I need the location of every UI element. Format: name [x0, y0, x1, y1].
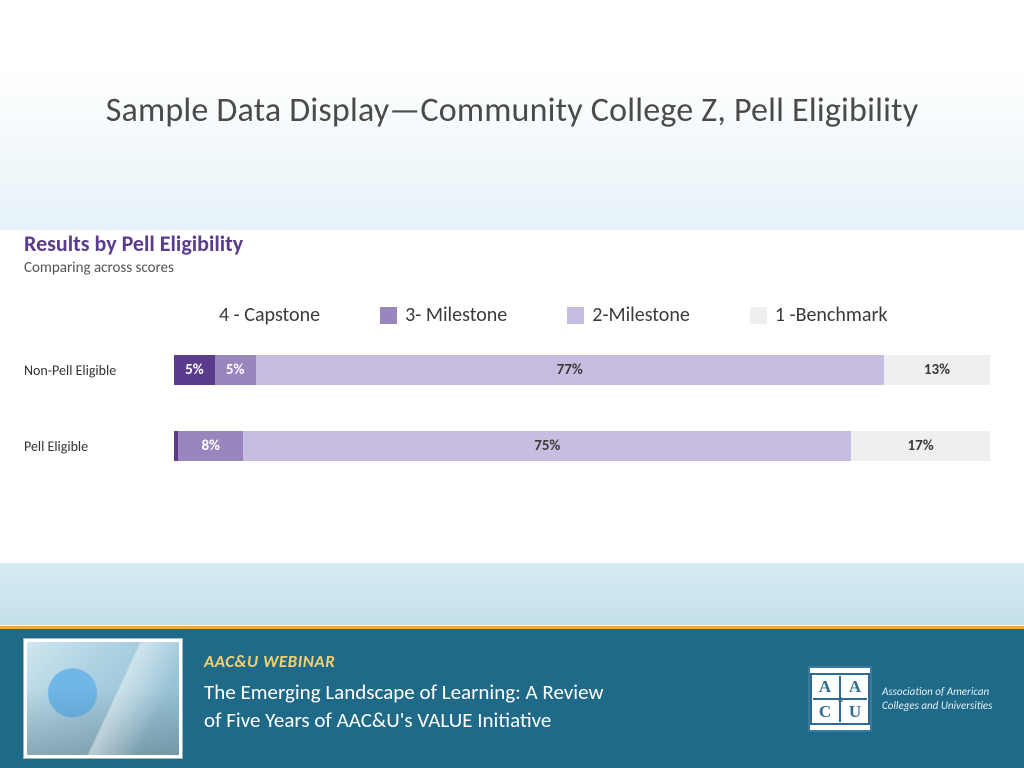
svg-text:&: &	[838, 696, 844, 704]
chart-title: Results by Pell Eligibility	[24, 230, 1000, 257]
swatch-capstone-icon	[194, 307, 211, 324]
chart-subtitle: Comparing across scores	[24, 259, 1000, 277]
chart-legend: 4 - Capstone 3- Milestone 2-Milestone 1 …	[24, 303, 1000, 327]
legend-item-capstone: 4 - Capstone	[194, 303, 320, 327]
footer-photo	[24, 639, 182, 758]
seg-milestone2: 75%	[243, 431, 851, 461]
footer-text: AAC&U WEBINAR The Emerging Landscape of …	[182, 629, 808, 768]
footer-kicker: AAC&U WEBINAR	[204, 651, 788, 672]
swatch-benchmark-icon	[750, 307, 767, 324]
chart-area: Results by Pell Eligibility Comparing ac…	[24, 230, 1000, 507]
bottom-accent-band	[0, 563, 1024, 625]
logo-caption: Association of American Colleges and Uni…	[882, 685, 998, 713]
seg-benchmark: 13%	[884, 355, 990, 385]
footer-title: The Emerging Landscape of Learning: A Re…	[204, 678, 764, 735]
swatch-milestone3-icon	[380, 307, 397, 324]
seg-milestone3: 5%	[215, 355, 256, 385]
svg-text:U: U	[849, 702, 861, 721]
swatch-milestone2-icon	[567, 307, 584, 324]
svg-text:A: A	[819, 677, 832, 696]
seg-capstone: 5%	[174, 355, 215, 385]
seg-value: 5%	[185, 361, 204, 379]
footer-logo: A A C U & Association of American Colleg…	[808, 629, 1024, 768]
legend-label: 4 - Capstone	[219, 303, 320, 327]
seg-value: 8%	[201, 437, 220, 455]
seg-value: 75%	[534, 437, 560, 455]
footer-title-line: The Emerging Landscape of Learning: A Re…	[204, 679, 603, 705]
legend-label: 2-Milestone	[592, 303, 690, 327]
aacu-logo-icon: A A C U &	[808, 666, 872, 732]
legend-item-milestone2: 2-Milestone	[567, 303, 690, 327]
legend-label: 1 -Benchmark	[775, 303, 888, 327]
bar-row-nonpell: Non-Pell Eligible 5% 5% 77% 13%	[24, 355, 990, 385]
seg-value: 17%	[908, 437, 934, 455]
bar-row-pell: Pell Eligible 8% 75% 17%	[24, 431, 990, 461]
svg-text:C: C	[819, 702, 831, 721]
svg-text:A: A	[849, 677, 862, 696]
legend-item-milestone3: 3- Milestone	[380, 303, 507, 327]
seg-benchmark: 17%	[851, 431, 990, 461]
seg-milestone2: 77%	[256, 355, 884, 385]
legend-item-benchmark: 1 -Benchmark	[750, 303, 888, 327]
slide-title: Sample Data Display—Community College Z,…	[0, 90, 1024, 131]
stacked-bars: Non-Pell Eligible 5% 5% 77% 13% Pell Eli…	[24, 355, 1000, 461]
seg-value: 77%	[557, 361, 583, 379]
seg-value: 13%	[924, 361, 950, 379]
slide: Sample Data Display—Community College Z,…	[0, 0, 1024, 768]
bar-label: Pell Eligible	[24, 438, 174, 455]
seg-value: 5%	[226, 361, 245, 379]
seg-capstone	[174, 431, 178, 461]
bar-track: 5% 5% 77% 13%	[174, 355, 990, 385]
footer-title-line: of Five Years of AAC&U's VALUE Initiativ…	[204, 707, 551, 733]
bar-label: Non-Pell Eligible	[24, 362, 174, 379]
footer: AAC&U WEBINAR The Emerging Landscape of …	[0, 629, 1024, 768]
legend-label: 3- Milestone	[405, 303, 507, 327]
bar-track: 8% 75% 17%	[174, 431, 990, 461]
seg-milestone3: 8%	[178, 431, 243, 461]
